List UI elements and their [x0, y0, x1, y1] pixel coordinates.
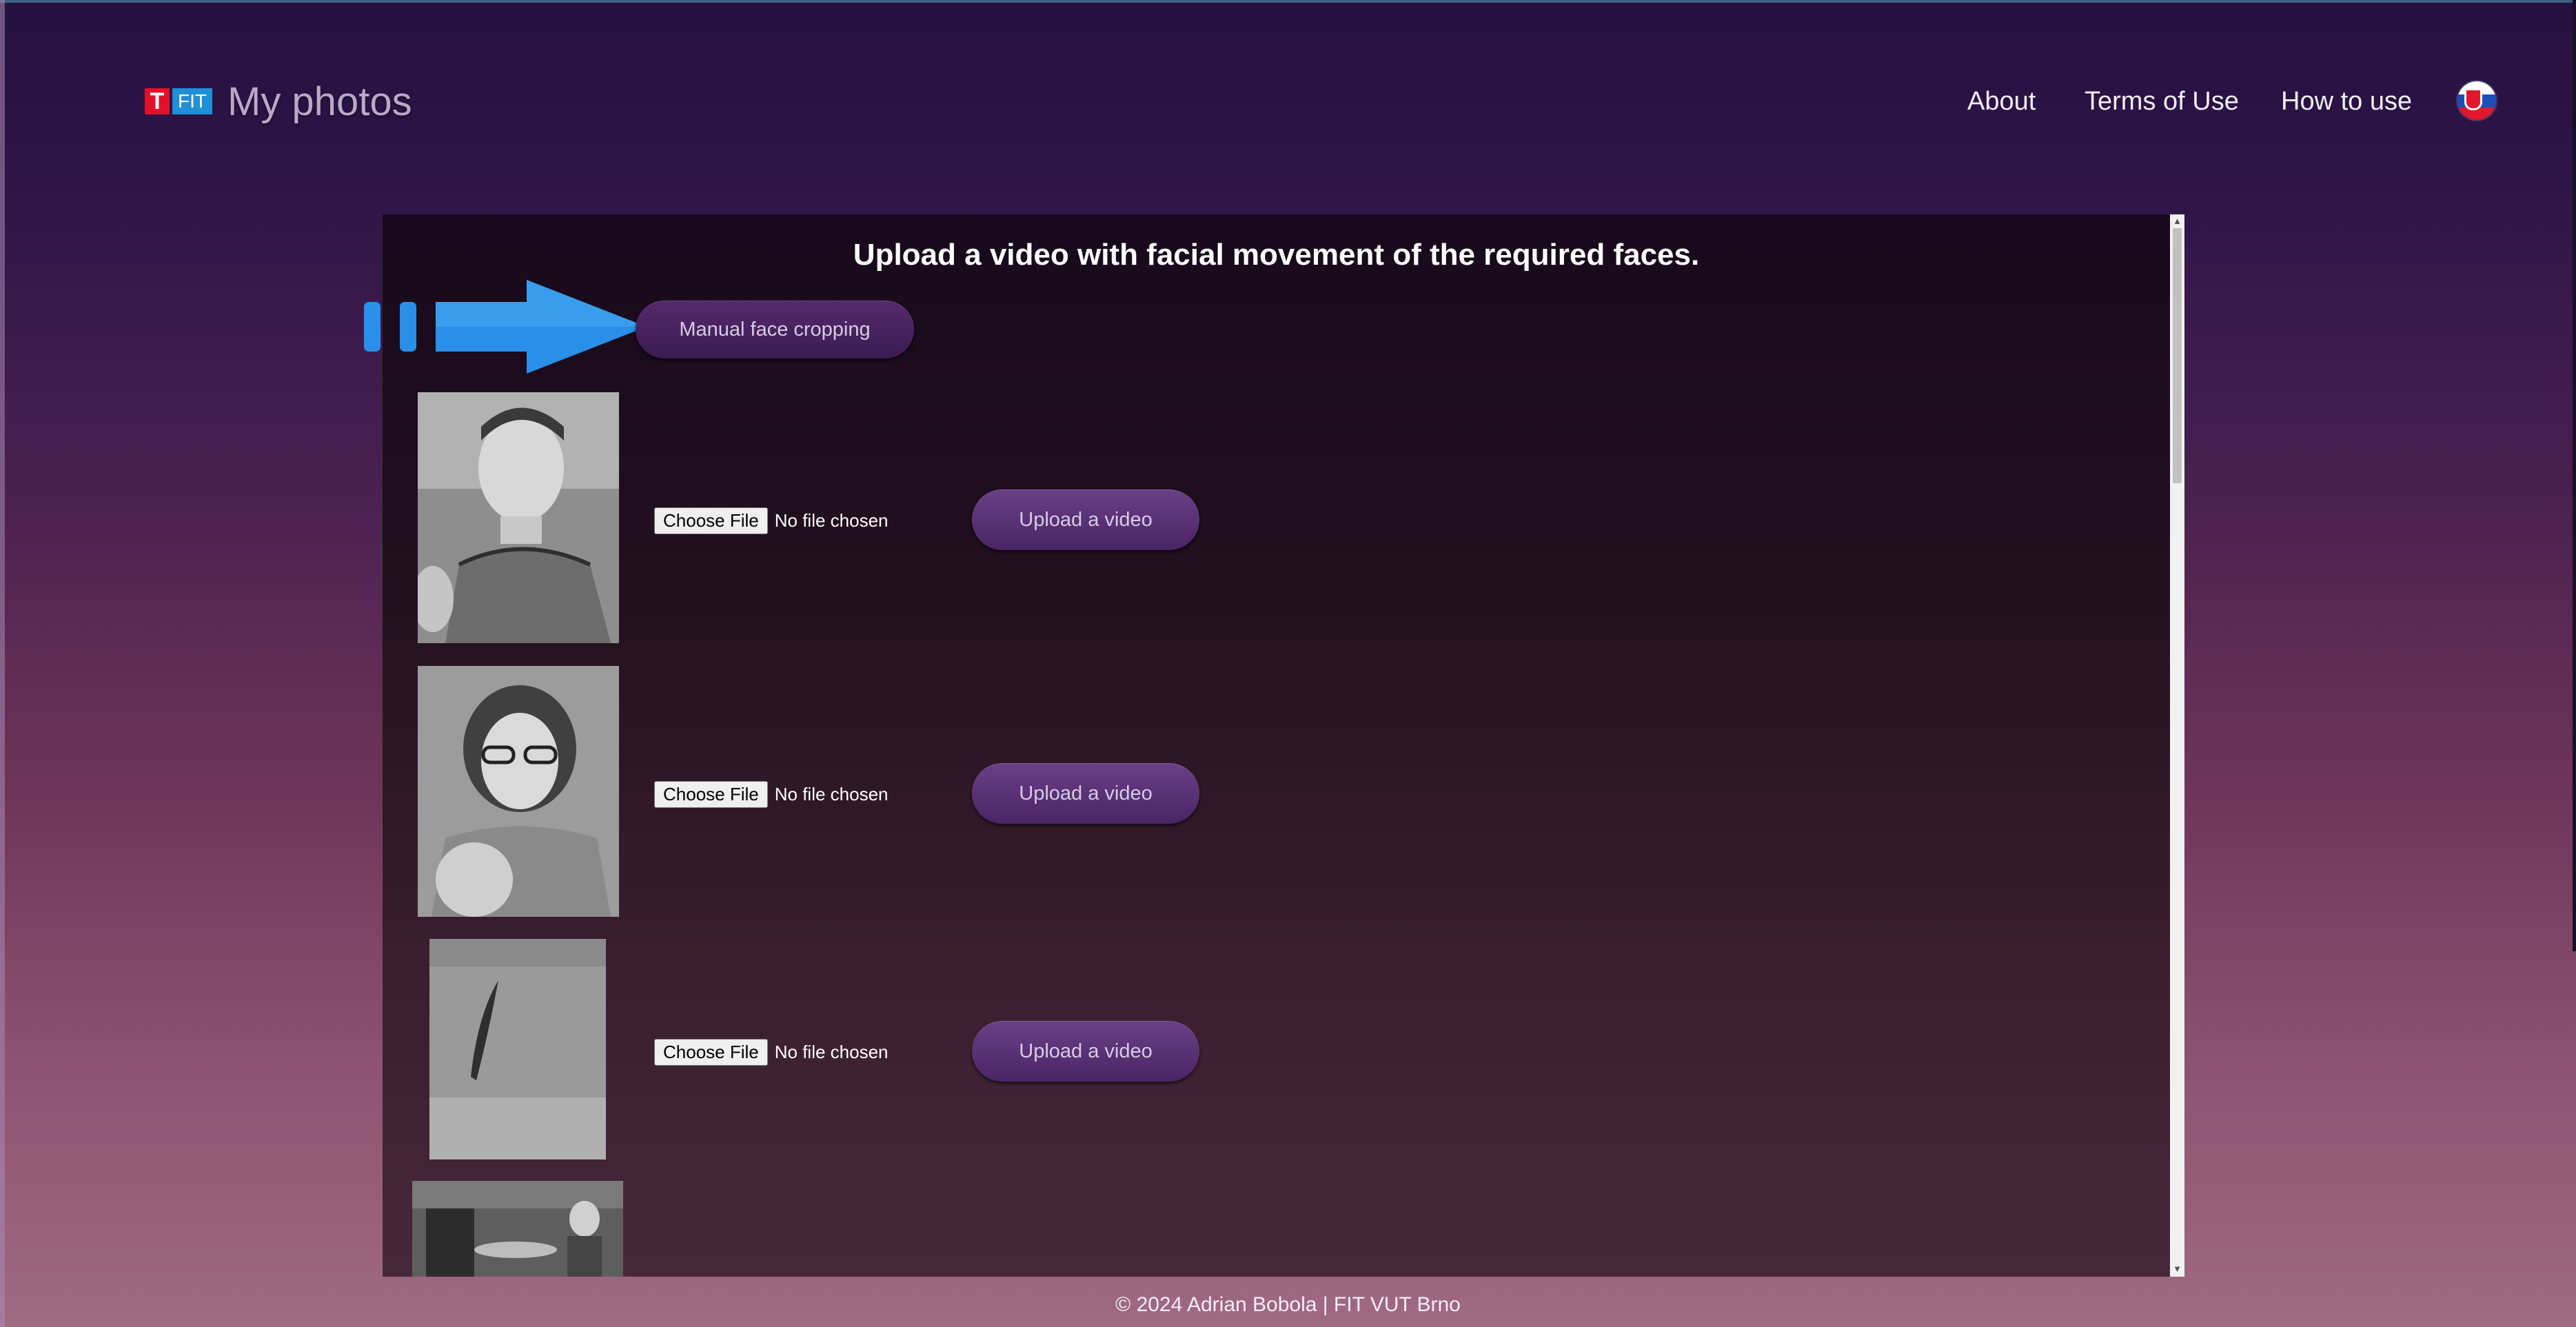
scroll-up-arrow-icon[interactable]: ▲ — [2173, 216, 2182, 227]
face-photo-4 — [412, 1181, 623, 1277]
app-title[interactable]: My photos — [227, 79, 412, 125]
nav-terms-link[interactable]: Terms of Use — [2085, 87, 2239, 117]
file-input-1[interactable]: Choose File No file chosen — [654, 507, 889, 534]
upload-video-button[interactable]: Upload a video — [972, 1021, 1199, 1082]
nav-how-to-use-link[interactable]: How to use — [2281, 87, 2412, 117]
footer-copyright: © 2024 Adrian Bobola | FIT VUT Brno — [1115, 1293, 1461, 1316]
window-edge-left — [0, 0, 5, 1327]
top-border — [0, 0, 2576, 3]
file-input-3[interactable]: Choose File No file chosen — [654, 1039, 889, 1066]
panel-heading: Upload a video with facial movement of t… — [853, 238, 1700, 272]
file-status-text: No file chosen — [774, 784, 889, 804]
logo-fit-mark: FIT — [172, 88, 212, 114]
content-panel — [383, 214, 2184, 1277]
slovak-flag-icon[interactable] — [2457, 81, 2496, 120]
nav-about-link[interactable]: About — [1967, 87, 2036, 117]
choose-file-button[interactable]: Choose File — [654, 1039, 768, 1066]
right-arrow-icon — [364, 280, 647, 374]
manual-face-cropping-button[interactable]: Manual face cropping — [636, 301, 914, 358]
file-status-text: No file chosen — [774, 1042, 889, 1062]
file-status-text: No file chosen — [774, 510, 889, 531]
file-input-2[interactable]: Choose File No file chosen — [654, 781, 889, 808]
window-edge-right — [2573, 0, 2576, 951]
face-photo-2 — [418, 666, 619, 917]
scrollbar-thumb[interactable] — [2173, 228, 2182, 483]
choose-file-button[interactable]: Choose File — [654, 781, 768, 808]
face-photo-1 — [418, 392, 619, 643]
upload-video-button[interactable]: Upload a video — [972, 489, 1199, 550]
logo-t-mark: T — [145, 88, 170, 114]
face-photo-3 — [429, 939, 606, 1159]
upload-video-button[interactable]: Upload a video — [972, 763, 1199, 824]
fit-logo[interactable]: T FIT — [145, 88, 212, 114]
scroll-down-arrow-icon[interactable]: ▼ — [2173, 1264, 2182, 1275]
choose-file-button[interactable]: Choose File — [654, 507, 768, 534]
